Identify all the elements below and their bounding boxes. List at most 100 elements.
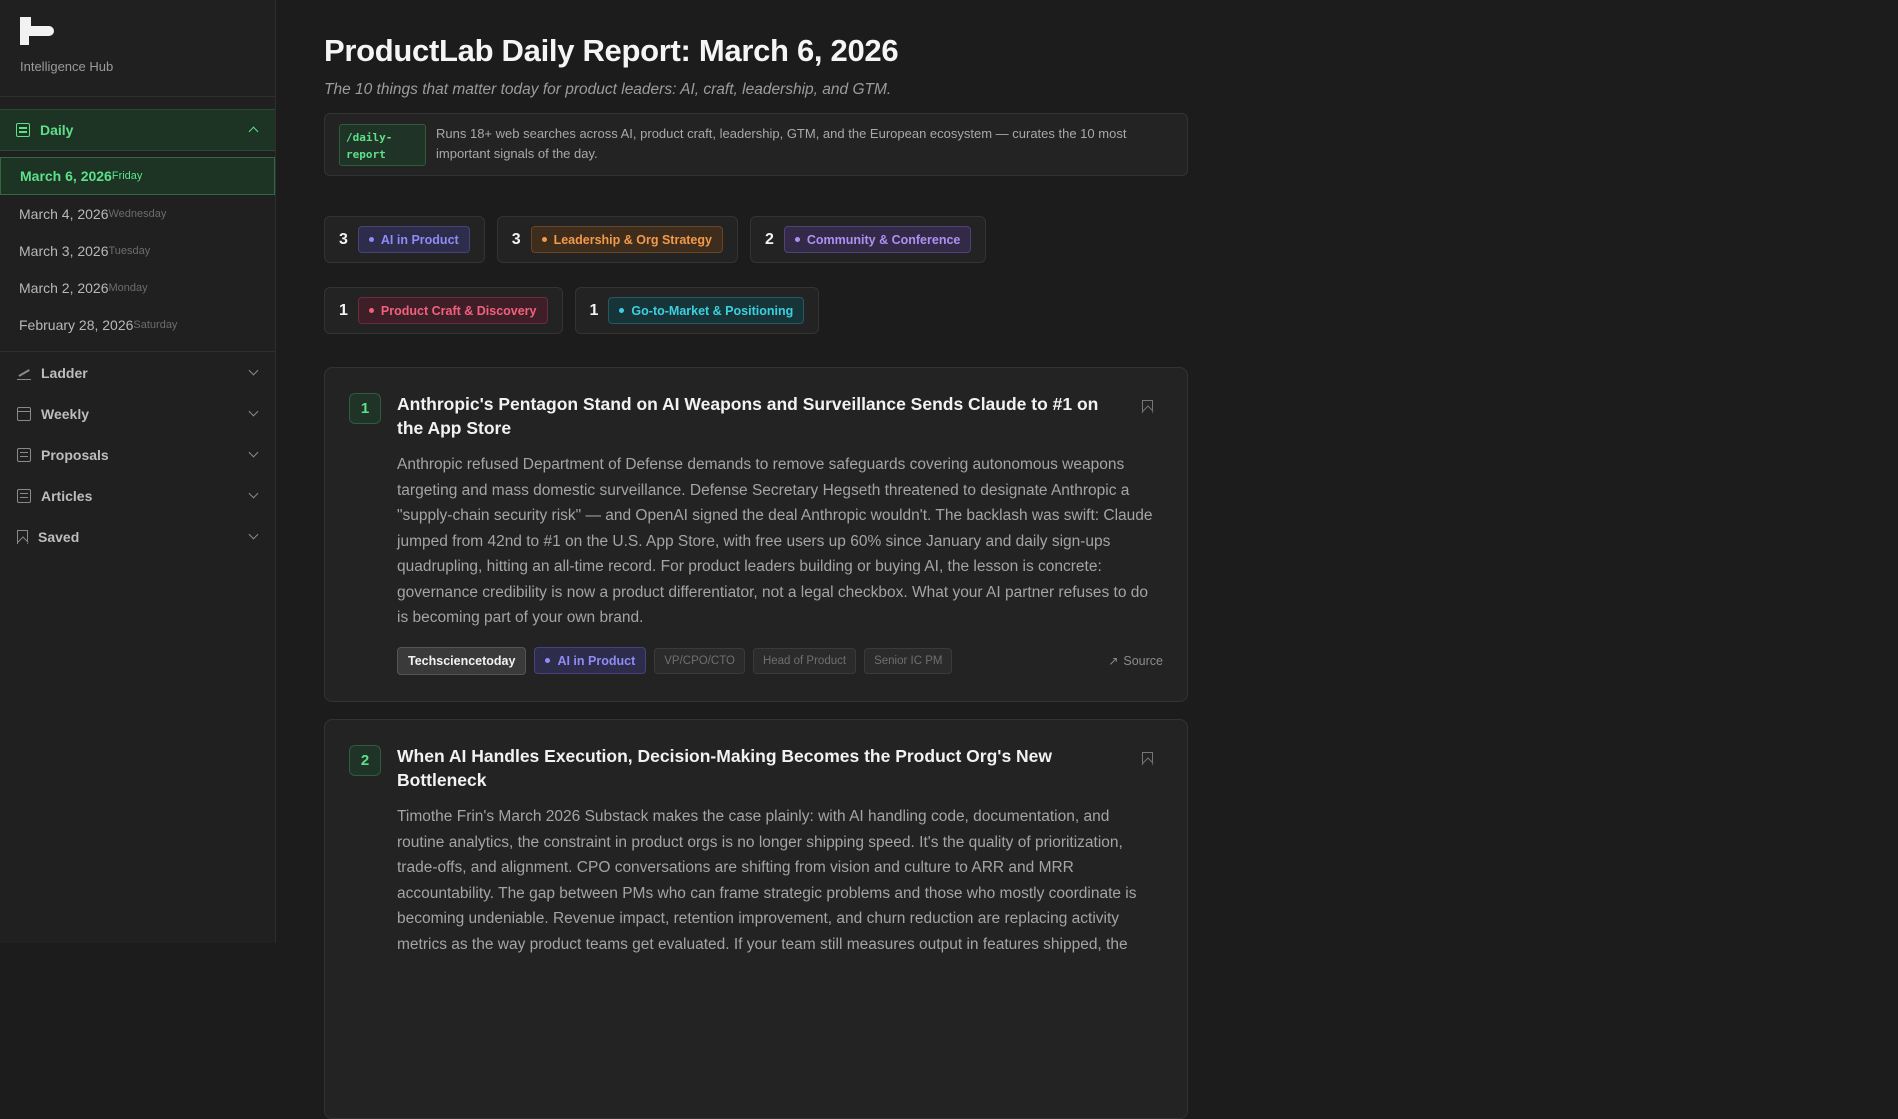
date-item-march-4[interactable]: March 4, 2026 Wednesday [0, 195, 275, 232]
main-content: ProductLab Daily Report: March 6, 2026 T… [324, 0, 1188, 1119]
category-count-card[interactable]: 1 Go-to-Market & Positioning [574, 287, 820, 334]
source-link-label: Source [1123, 653, 1163, 668]
nav-articles[interactable]: Articles [0, 475, 275, 516]
category-label: Product Craft & Discovery [380, 303, 537, 318]
article-title[interactable]: When AI Handles Execution, Decision-Maki… [397, 744, 1117, 792]
nav-weekly[interactable]: Weekly [0, 393, 275, 434]
date-item-march-2[interactable]: March 2, 2026 Monday [0, 269, 275, 306]
chevron-down-icon [248, 488, 259, 499]
category-chip: Product Craft & Discovery [357, 297, 548, 324]
article-title[interactable]: Anthropic's Pentagon Stand on AI Weapons… [397, 392, 1117, 440]
nav-label: Articles [41, 487, 93, 504]
audience-tag[interactable]: VP/CPO/CTO [654, 647, 745, 674]
dot-icon [368, 237, 374, 242]
article-body: Timothe Frin's March 2026 Substack makes… [397, 808, 1137, 953]
category-chip: Leadership & Org Strategy [530, 226, 723, 253]
category-count: 3 [511, 230, 521, 248]
category-chip[interactable]: AI in Product [534, 647, 647, 674]
article-icon [17, 488, 31, 503]
category-label: Go-to-Market & Positioning [631, 303, 794, 318]
bookmark-button[interactable] [1142, 752, 1153, 765]
daily-icon [16, 123, 30, 137]
nav-proposals[interactable]: Proposals [0, 434, 275, 475]
article-number: 2 [349, 745, 381, 776]
command-description: Runs 18+ web searches across AI, product… [436, 126, 1127, 161]
dot-icon [794, 237, 800, 242]
category-chip: Go-to-Market & Positioning [608, 297, 805, 324]
category-count: 1 [589, 301, 599, 319]
nav-saved[interactable]: Saved [0, 516, 275, 557]
category-counts: 3 AI in Product 3 Leadership & Org Strat… [324, 216, 1188, 334]
nav-label: Weekly [41, 405, 89, 422]
category-count-card[interactable]: 3 AI in Product [324, 216, 485, 263]
brand-subtitle: Intelligence Hub [20, 59, 114, 74]
date-list: March 6, 2026 Friday March 4, 2026 Wednesd… [0, 151, 275, 343]
calendar-icon [17, 406, 31, 421]
date-item-march-6[interactable]: March 6, 2026 Friday [0, 157, 275, 195]
category-count-card[interactable]: 1 Product Craft & Discovery [324, 287, 563, 334]
dot-icon [619, 308, 625, 313]
day-label: Saturday [133, 318, 178, 331]
category-count-card[interactable]: 3 Leadership & Org Strategy [496, 216, 738, 263]
category-count: 1 [339, 301, 348, 319]
page-title: ProductLab Daily Report: March 6, 2026 [324, 33, 899, 68]
category-count-card[interactable]: 2 Community & Conference [749, 216, 987, 263]
article-number: 1 [349, 393, 381, 424]
category-count: 3 [339, 230, 348, 248]
date-label: March 4, 2026 [19, 205, 109, 222]
article-card[interactable]: 2 When AI Handles Execution, Decision-Ma… [324, 719, 1188, 1119]
date-label: March 2, 2026 [19, 279, 109, 296]
date-label: March 3, 2026 [19, 242, 109, 259]
date-label: February 28, 2026 [19, 316, 134, 333]
date-item-march-3[interactable]: March 3, 2026 Tuesday [0, 232, 275, 269]
sidebar: Intelligence Hub Daily March 6, 2026 Frid… [0, 0, 276, 943]
article-tags: Techsciencetoday AI in Product VP/CPO/CT… [397, 646, 1163, 675]
day-label: Wednesday [108, 207, 167, 220]
category-label: AI in Product [380, 232, 459, 247]
date-item-february-28[interactable]: February 28, 2026 Saturday [0, 306, 275, 343]
category-label: AI in Product [557, 653, 636, 668]
bookmark-button[interactable] [1142, 400, 1153, 413]
dot-icon [541, 237, 547, 242]
bookmark-icon [17, 529, 28, 544]
command-box: /daily- report Runs 18+ web searches acr… [324, 113, 1188, 176]
logo[interactable] [20, 17, 54, 45]
command-tag[interactable]: /daily- report [339, 124, 426, 166]
article-card[interactable]: 1 Anthropic's Pentagon Stand on AI Weapo… [324, 367, 1188, 702]
chevron-down-icon [248, 447, 259, 458]
date-label: March 6, 2026 [20, 168, 112, 184]
command-tag-line: /daily- [346, 131, 393, 144]
brand: Intelligence Hub [0, 0, 275, 97]
source-link[interactable]: ↗ Source [1108, 654, 1163, 668]
command-tag-line: report [346, 148, 386, 161]
nav-label: Saved [38, 528, 80, 545]
dot-icon [368, 308, 374, 313]
article-header: 2 When AI Handles Execution, Decision-Ma… [349, 744, 1163, 792]
article-header: 1 Anthropic's Pentagon Stand on AI Weapo… [349, 392, 1163, 440]
source-tag[interactable]: Techsciencetoday [397, 646, 527, 675]
dot-icon [545, 658, 551, 663]
day-label: Monday [108, 281, 148, 294]
document-icon [17, 447, 31, 462]
category-chip: AI in Product [357, 226, 470, 253]
nav-daily[interactable]: Daily [0, 109, 275, 151]
category-count: 2 [764, 230, 774, 248]
chevron-down-icon [248, 406, 259, 417]
bookmark-icon [1142, 400, 1153, 413]
day-label: Tuesday [108, 244, 151, 257]
nav-label: Proposals [41, 446, 109, 463]
nav-daily-label: Daily [40, 122, 74, 138]
category-label: Community & Conference [806, 232, 961, 247]
nav-ladder[interactable]: Ladder [0, 352, 275, 393]
chevron-down-icon [248, 529, 259, 540]
page-subtitle: The 10 things that matter today for prod… [324, 81, 892, 98]
category-label: Leadership & Org Strategy [553, 232, 712, 247]
audience-tag[interactable]: Senior IC PM [864, 647, 953, 674]
category-chip: Community & Conference [783, 226, 972, 253]
audience-tag[interactable]: Head of Product [752, 647, 857, 674]
nav-label: Ladder [41, 364, 88, 381]
chevron-up-icon [248, 126, 259, 137]
day-label: Friday [111, 170, 143, 182]
bookmark-icon [1142, 752, 1153, 765]
trend-icon [17, 366, 31, 380]
